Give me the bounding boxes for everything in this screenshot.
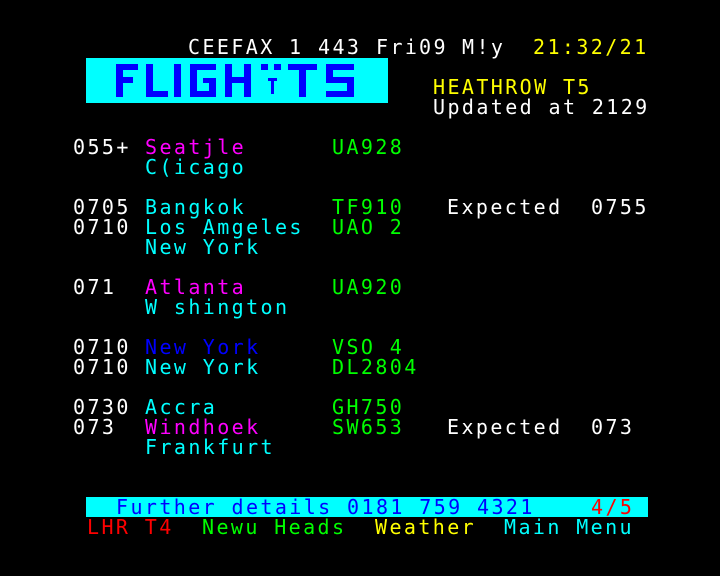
page-number: 443 bbox=[318, 35, 362, 59]
service-name: CEEFAX bbox=[188, 35, 275, 59]
fastext-yellow-link[interactable]: Weather bbox=[375, 517, 476, 537]
departure-time: 0705 bbox=[73, 195, 131, 219]
status-time: 073 bbox=[591, 415, 635, 439]
via-city: New York bbox=[145, 235, 261, 259]
departure-time: 0730 bbox=[73, 395, 131, 419]
fastext-cyan-link[interactable]: Main Menu bbox=[504, 517, 634, 537]
updated-time: Updated at 2129 bbox=[433, 95, 650, 119]
destination: New York bbox=[145, 355, 261, 379]
destination: Los Amgeles bbox=[145, 215, 304, 239]
destination: Atlanta bbox=[145, 275, 247, 299]
destination: Seatjle bbox=[145, 135, 247, 159]
departure-time: 073 bbox=[73, 415, 117, 439]
further-details: Further details 0181 759 4321 bbox=[116, 495, 535, 519]
via-city: C(icago bbox=[145, 155, 247, 179]
page-counter: 4/5 bbox=[591, 495, 635, 519]
header-clock: 21:32/21 bbox=[533, 35, 649, 59]
flight-number: UA928 bbox=[332, 135, 405, 159]
flight-number: UAO 2 bbox=[332, 215, 405, 239]
airport-terminal: HEATHROW T5 bbox=[433, 75, 592, 99]
via-city: Frankfurt bbox=[145, 435, 275, 459]
flight-number: SW653 bbox=[332, 415, 405, 439]
header-date: 09 bbox=[419, 35, 448, 59]
header-day: Fri bbox=[376, 35, 420, 59]
flight-number: GH750 bbox=[332, 395, 405, 419]
header-month: M!y bbox=[462, 35, 506, 59]
flight-number: VSO 4 bbox=[332, 335, 405, 359]
flights-logo-graphic bbox=[116, 64, 354, 97]
flight-status: Expected bbox=[447, 415, 563, 439]
departure-time: 0710 bbox=[73, 355, 131, 379]
fastext-red-link[interactable]: LHR T4 bbox=[87, 517, 174, 537]
magazine-number: 1 bbox=[289, 35, 304, 59]
departure-time: 0710 bbox=[73, 335, 131, 359]
departure-time: 0710 bbox=[73, 215, 131, 239]
flight-status: Expected bbox=[447, 195, 563, 219]
destination: Windhoek bbox=[145, 415, 261, 439]
fastext-green-link[interactable]: Newu Heads bbox=[202, 517, 346, 537]
flight-number: UA920 bbox=[332, 275, 405, 299]
status-time: 0755 bbox=[591, 195, 649, 219]
destination: New York bbox=[145, 335, 261, 359]
flights-logo bbox=[86, 58, 388, 103]
departure-time: 071 bbox=[73, 275, 117, 299]
departure-time: 055+ bbox=[73, 135, 131, 159]
flight-number: DL2804 bbox=[332, 355, 419, 379]
destination: Accra bbox=[145, 395, 218, 419]
destination: Bangkok bbox=[145, 195, 247, 219]
flight-number: TF910 bbox=[332, 195, 405, 219]
via-city: W shington bbox=[145, 295, 290, 319]
